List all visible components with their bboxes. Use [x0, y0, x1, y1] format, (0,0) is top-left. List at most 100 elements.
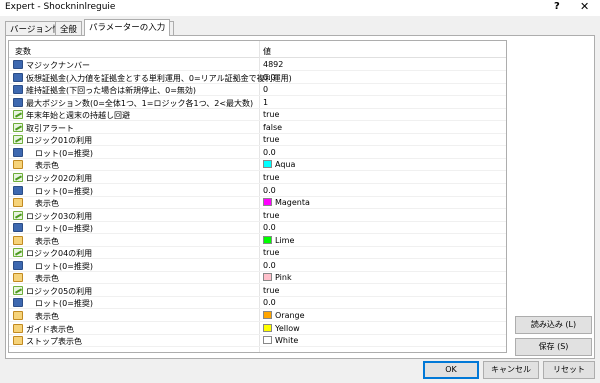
parameter-name: 年末年始と週末の持越し回避: [26, 111, 130, 121]
parameter-name: マジックナンバー: [26, 61, 90, 70]
table-row[interactable]: 表示色 Aqua: [9, 159, 506, 172]
parameter-name: ロジック04の利用: [26, 249, 93, 259]
bool-icon: [13, 135, 23, 145]
parameter-value[interactable]: true: [263, 110, 279, 119]
table-row[interactable]: 取引アラート false: [9, 122, 506, 134]
parameter-value[interactable]: true: [263, 211, 279, 220]
parameter-name: 表示色: [35, 199, 59, 209]
parameter-value[interactable]: true: [263, 135, 279, 144]
close-icon[interactable]: ✕: [580, 0, 589, 13]
parameter-value-text: true: [263, 172, 280, 182]
reset-button[interactable]: リセット: [543, 361, 595, 379]
load-button[interactable]: 読み込み (L): [515, 316, 592, 334]
parameter-name: 表示色: [35, 161, 59, 171]
table-row[interactable]: マジックナンバー 4892: [9, 59, 506, 71]
parameter-value[interactable]: White: [263, 336, 298, 345]
parameter-value-text: 0.0: [263, 223, 276, 233]
parameter-value[interactable]: 4892: [263, 60, 283, 69]
parameter-value-text: true: [263, 285, 280, 295]
table-row[interactable]: ロジック02の利用 true: [9, 172, 506, 184]
number-icon: [13, 85, 23, 95]
parameter-name: 仮想証拠金(入力値を証拠金とする単利運用、0=リアル証拠金で複利運用): [26, 73, 292, 83]
table-row[interactable]: 表示色 Magenta: [9, 197, 506, 210]
table-row[interactable]: 維持証拠金(下回った場合は新規停止、0=無効) 0: [9, 84, 506, 97]
table-row[interactable]: ロジック05の利用 true: [9, 285, 506, 297]
number-icon: [13, 260, 23, 270]
parameter-value[interactable]: false: [263, 123, 282, 132]
save-button[interactable]: 保存 (S): [515, 338, 592, 356]
parameter-value[interactable]: 0.0: [263, 261, 276, 270]
table-row[interactable]: 年末年始と週末の持越し回避 true: [9, 109, 506, 122]
parameter-value-text: Pink: [275, 273, 292, 283]
table-row[interactable]: ガイド表示色 Yellow: [9, 323, 506, 335]
parameter-name: 最大ポジション数(0=全体1つ、1=ロジック各1つ、2<最大数): [26, 98, 254, 108]
help-icon[interactable]: ?: [554, 1, 560, 12]
parameter-name: ロット(0=推奨): [35, 186, 94, 196]
parameter-value-text: false: [263, 122, 283, 132]
parameter-value[interactable]: 0.0: [263, 73, 276, 82]
parameter-name: 維持証拠金(下回った場合は新規停止、0=無効): [26, 86, 197, 96]
table-row[interactable]: ロット(0=推奨) 0.0: [9, 147, 506, 159]
parameter-value-text: 0.0: [263, 185, 276, 195]
parameter-value[interactable]: true: [263, 248, 279, 257]
parameter-value[interactable]: Pink: [263, 273, 292, 282]
color-swatch: [263, 160, 272, 169]
number-icon: [13, 97, 23, 107]
table-row[interactable]: ロジック01の利用 true: [9, 134, 506, 147]
parameter-value-text: true: [263, 110, 280, 120]
parameter-value[interactable]: 1: [263, 98, 268, 107]
parameter-name: ロジック02の利用: [26, 173, 93, 183]
cancel-button[interactable]: キャンセル: [483, 361, 539, 379]
parameter-value[interactable]: 0.0: [263, 148, 276, 157]
table-row[interactable]: ロット(0=推奨) 0.0: [9, 260, 506, 272]
number-icon: [13, 72, 23, 82]
parameter-name: 取引アラート: [26, 123, 74, 133]
table-row[interactable]: 表示色 Orange: [9, 310, 506, 322]
bool-icon: [13, 210, 23, 220]
parameter-value-text: Magenta: [275, 198, 310, 208]
parameter-table: 変数 値 マジックナンバー 4892 仮想証拠金(入力値を証拠金とする単利運用、0=…: [8, 40, 507, 353]
tab-parameters[interactable]: パラメーターの入力: [84, 19, 171, 36]
parameter-value-text: true: [263, 210, 280, 220]
parameter-value[interactable]: 0.0: [263, 186, 276, 195]
parameter-value[interactable]: Yellow: [263, 323, 300, 333]
color-icon: [13, 160, 23, 170]
number-icon: [13, 185, 23, 195]
table-row[interactable]: ストップ表示色 White: [9, 335, 506, 348]
number-icon: [13, 223, 23, 233]
table-row[interactable]: ロット(0=推奨) 0.0: [9, 297, 506, 310]
table-row[interactable]: ロット(0=推奨) 0.0: [9, 185, 506, 197]
table-row[interactable]: 仮想証拠金(入力値を証拠金とする単利運用、0=リアル証拠金で複利運用) 0.0: [9, 72, 506, 84]
window-title: Expert - Shockninlreguie: [5, 2, 116, 12]
number-icon: [13, 298, 23, 308]
parameter-value-text: 1: [263, 97, 269, 107]
color-swatch: [263, 198, 272, 207]
parameter-value-text: Yellow: [275, 323, 300, 333]
parameter-value[interactable]: Magenta: [263, 198, 310, 207]
parameter-value[interactable]: true: [263, 286, 279, 295]
color-swatch: [263, 311, 272, 319]
color-icon: [13, 311, 23, 320]
tab-general[interactable]: 全般: [55, 21, 83, 35]
table-row[interactable]: 表示色 Pink: [9, 272, 506, 285]
header-value: 値: [263, 47, 271, 56]
parameter-value[interactable]: 0.0: [263, 223, 276, 232]
parameter-value[interactable]: 0.0: [263, 298, 276, 307]
color-icon: [13, 273, 23, 283]
table-row[interactable]: ロット(0=推奨) 0.0: [9, 222, 506, 235]
parameter-value-text: true: [263, 248, 280, 258]
parameter-name: ストップ表示色: [26, 337, 82, 347]
parameter-value[interactable]: Lime: [263, 235, 294, 245]
parameter-value[interactable]: true: [263, 173, 279, 182]
parameter-name: ロット(0=推奨): [35, 299, 94, 309]
parameter-value[interactable]: Aqua: [263, 160, 295, 169]
table-row[interactable]: 最大ポジション数(0=全体1つ、1=ロジック各1つ、2<最大数) 1: [9, 97, 506, 109]
table-row[interactable]: 表示色 Lime: [9, 235, 506, 247]
parameter-value-text: Aqua: [275, 160, 296, 170]
parameter-value-text: White: [275, 336, 299, 346]
ok-button[interactable]: OK: [423, 361, 479, 379]
table-row[interactable]: ロジック03の利用 true: [9, 210, 506, 222]
table-row[interactable]: ロジック04の利用 true: [9, 247, 506, 260]
parameter-value[interactable]: 0: [263, 85, 268, 94]
parameter-value[interactable]: Orange: [263, 311, 305, 320]
